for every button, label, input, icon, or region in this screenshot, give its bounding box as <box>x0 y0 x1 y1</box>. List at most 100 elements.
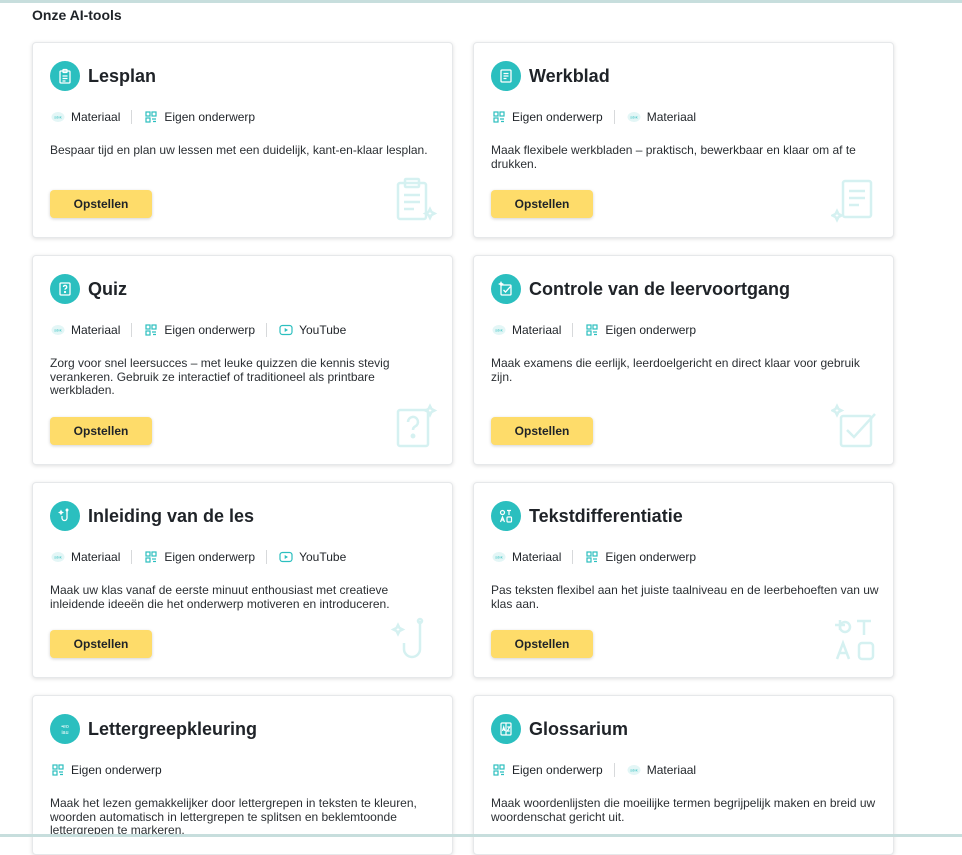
tag-label: Eigen onderwerp <box>605 550 697 564</box>
youtube-icon <box>278 550 294 564</box>
materiaal-logo-icon: sdvk <box>50 323 66 337</box>
tag-divider <box>613 763 615 777</box>
tag-list: Eigen onderwerp <box>50 763 162 777</box>
qr-icon <box>584 550 600 564</box>
tag-divider <box>266 323 268 337</box>
qr-icon <box>143 550 159 564</box>
tag-list: Eigen onderwerp sdvk Materiaal <box>491 110 696 124</box>
text-shapes-icon <box>491 501 521 531</box>
checkbox-icon <box>491 274 521 304</box>
tag-materiaal: sdvk Materiaal <box>626 110 696 124</box>
glossary-icon <box>491 714 521 744</box>
tag-materiaal: sdvk Materiaal <box>50 550 120 564</box>
opstellen-button[interactable]: Opstellen <box>50 630 152 658</box>
tool-card-controle[interactable]: Controle van de leervoortgang sdvk Materi… <box>473 255 894 465</box>
materiaal-logo-icon: sdvk <box>626 763 642 777</box>
svg-text:iau: iau <box>62 730 69 736</box>
tag-list: sdvk Materiaal Eigen onderwerp YouTube <box>50 323 346 337</box>
tag-divider <box>131 110 133 124</box>
quiz-watermark-icon <box>390 402 438 455</box>
card-description: Maak het lezen gemakkelijker door letter… <box>50 796 417 837</box>
tag-eigen-onderwerp: Eigen onderwerp <box>143 110 255 124</box>
tag-list: Eigen onderwerp sdvk Materiaal <box>491 763 696 777</box>
tag-materiaal: sdvk Materiaal <box>626 763 696 777</box>
tool-card-lesplan[interactable]: Lesplan sdvk Materiaal Eigen onderwerp Be… <box>32 42 453 238</box>
tool-card-lettergreepkleuring[interactable]: •eo iau Lettergreepkleuring Eigen onderwe… <box>32 695 453 855</box>
tag-materiaal: sdvk Materiaal <box>491 550 561 564</box>
opstellen-button[interactable]: Opstellen <box>491 190 593 218</box>
tag-eigen-onderwerp: Eigen onderwerp <box>491 110 603 124</box>
card-description: Pas teksten flexibel aan het juiste taal… <box>491 583 879 611</box>
tag-label: Eigen onderwerp <box>512 110 603 124</box>
tag-label: Materiaal <box>512 323 562 337</box>
tag-label: Eigen onderwerp <box>164 550 256 564</box>
svg-text:sdvk: sdvk <box>495 329 503 333</box>
tag-list: sdvk Materiaal Eigen onderwerp <box>491 550 696 564</box>
qr-icon <box>143 323 159 337</box>
syllable-icon: •eo iau <box>50 714 80 744</box>
card-title: Tekstdifferentiatie <box>529 505 683 526</box>
card-title: Inleiding van de les <box>88 505 255 526</box>
section-title: Onze AI-tools <box>32 7 122 23</box>
tag-list: sdvk Materiaal Eigen onderwerp <box>491 323 696 337</box>
tag-label: Eigen onderwerp <box>164 323 256 337</box>
qr-icon <box>50 763 66 777</box>
tag-label: Materiaal <box>512 550 562 564</box>
tag-list: sdvk Materiaal Eigen onderwerp YouTube <box>50 550 346 564</box>
tool-card-glossarium[interactable]: Glossarium Eigen onderwerp sdvk Materiaal… <box>473 695 894 855</box>
svg-text:sdvk: sdvk <box>54 556 62 560</box>
card-description: Maak woordenlijsten die moeilijke termen… <box>491 796 876 824</box>
materiaal-logo-icon: sdvk <box>626 110 642 124</box>
tag-eigen-onderwerp: Eigen onderwerp <box>584 323 696 337</box>
tool-card-quiz[interactable]: Quiz sdvk Materiaal Eigen onderwerp YouTu… <box>32 255 453 465</box>
tag-label: YouTube <box>299 323 347 337</box>
tool-card-inleiding[interactable]: Inleiding van de les sdvk Materiaal Eigen… <box>32 482 453 678</box>
tag-label: Materiaal <box>71 323 121 337</box>
svg-text:sdvk: sdvk <box>495 556 503 560</box>
clipboard-icon <box>50 61 80 91</box>
quiz-icon <box>50 274 80 304</box>
svg-text:sdvk: sdvk <box>54 116 62 120</box>
tag-eigen-onderwerp: Eigen onderwerp <box>143 550 255 564</box>
qr-icon <box>491 763 507 777</box>
tag-eigen-onderwerp: Eigen onderwerp <box>50 763 162 777</box>
qr-icon <box>491 110 507 124</box>
card-description: Bespaar tijd en plan uw lessen met een d… <box>50 143 428 157</box>
tag-eigen-onderwerp: Eigen onderwerp <box>143 323 255 337</box>
tag-label: Eigen onderwerp <box>512 763 603 777</box>
card-description: Zorg voor snel leersucces – met leuke qu… <box>50 356 390 397</box>
hook-watermark-icon <box>390 615 438 668</box>
tag-eigen-onderwerp: Eigen onderwerp <box>491 763 603 777</box>
tag-materiaal: sdvk Materiaal <box>50 110 120 124</box>
opstellen-button[interactable]: Opstellen <box>50 190 152 218</box>
card-description: Maak flexibele werkbladen – praktisch, b… <box>491 143 856 171</box>
tag-label: Materiaal <box>71 550 121 564</box>
text-shapes-watermark-icon <box>831 615 879 668</box>
tag-list: sdvk Materiaal Eigen onderwerp <box>50 110 255 124</box>
card-title: Quiz <box>88 278 127 299</box>
top-border <box>0 0 962 3</box>
tag-divider <box>266 550 268 564</box>
card-title: Werkblad <box>529 65 610 86</box>
qr-icon <box>143 110 159 124</box>
tag-label: Eigen onderwerp <box>605 323 697 337</box>
clipboard-watermark-icon <box>390 175 438 228</box>
tag-youtube: YouTube <box>278 323 346 337</box>
qr-icon <box>584 323 600 337</box>
tag-eigen-onderwerp: Eigen onderwerp <box>584 550 696 564</box>
tool-card-tekstdifferentiatie[interactable]: Tekstdifferentiatie sdvk Materiaal Eigen … <box>473 482 894 678</box>
opstellen-button[interactable]: Opstellen <box>491 417 593 445</box>
materiaal-logo-icon: sdvk <box>50 110 66 124</box>
tool-card-werkblad[interactable]: Werkblad Eigen onderwerp sdvk Materiaal M… <box>473 42 894 238</box>
tag-label: Eigen onderwerp <box>71 763 162 777</box>
opstellen-button[interactable]: Opstellen <box>491 630 593 658</box>
tag-label: Eigen onderwerp <box>164 110 256 124</box>
tag-divider <box>131 550 133 564</box>
opstellen-button[interactable]: Opstellen <box>50 417 152 445</box>
svg-text:sdvk: sdvk <box>630 769 638 773</box>
materiaal-logo-icon: sdvk <box>50 550 66 564</box>
card-title: Controle van de leervoortgang <box>529 278 791 299</box>
worksheet-watermark-icon <box>829 175 879 228</box>
youtube-icon <box>278 323 294 337</box>
tag-label: Materiaal <box>71 110 121 124</box>
